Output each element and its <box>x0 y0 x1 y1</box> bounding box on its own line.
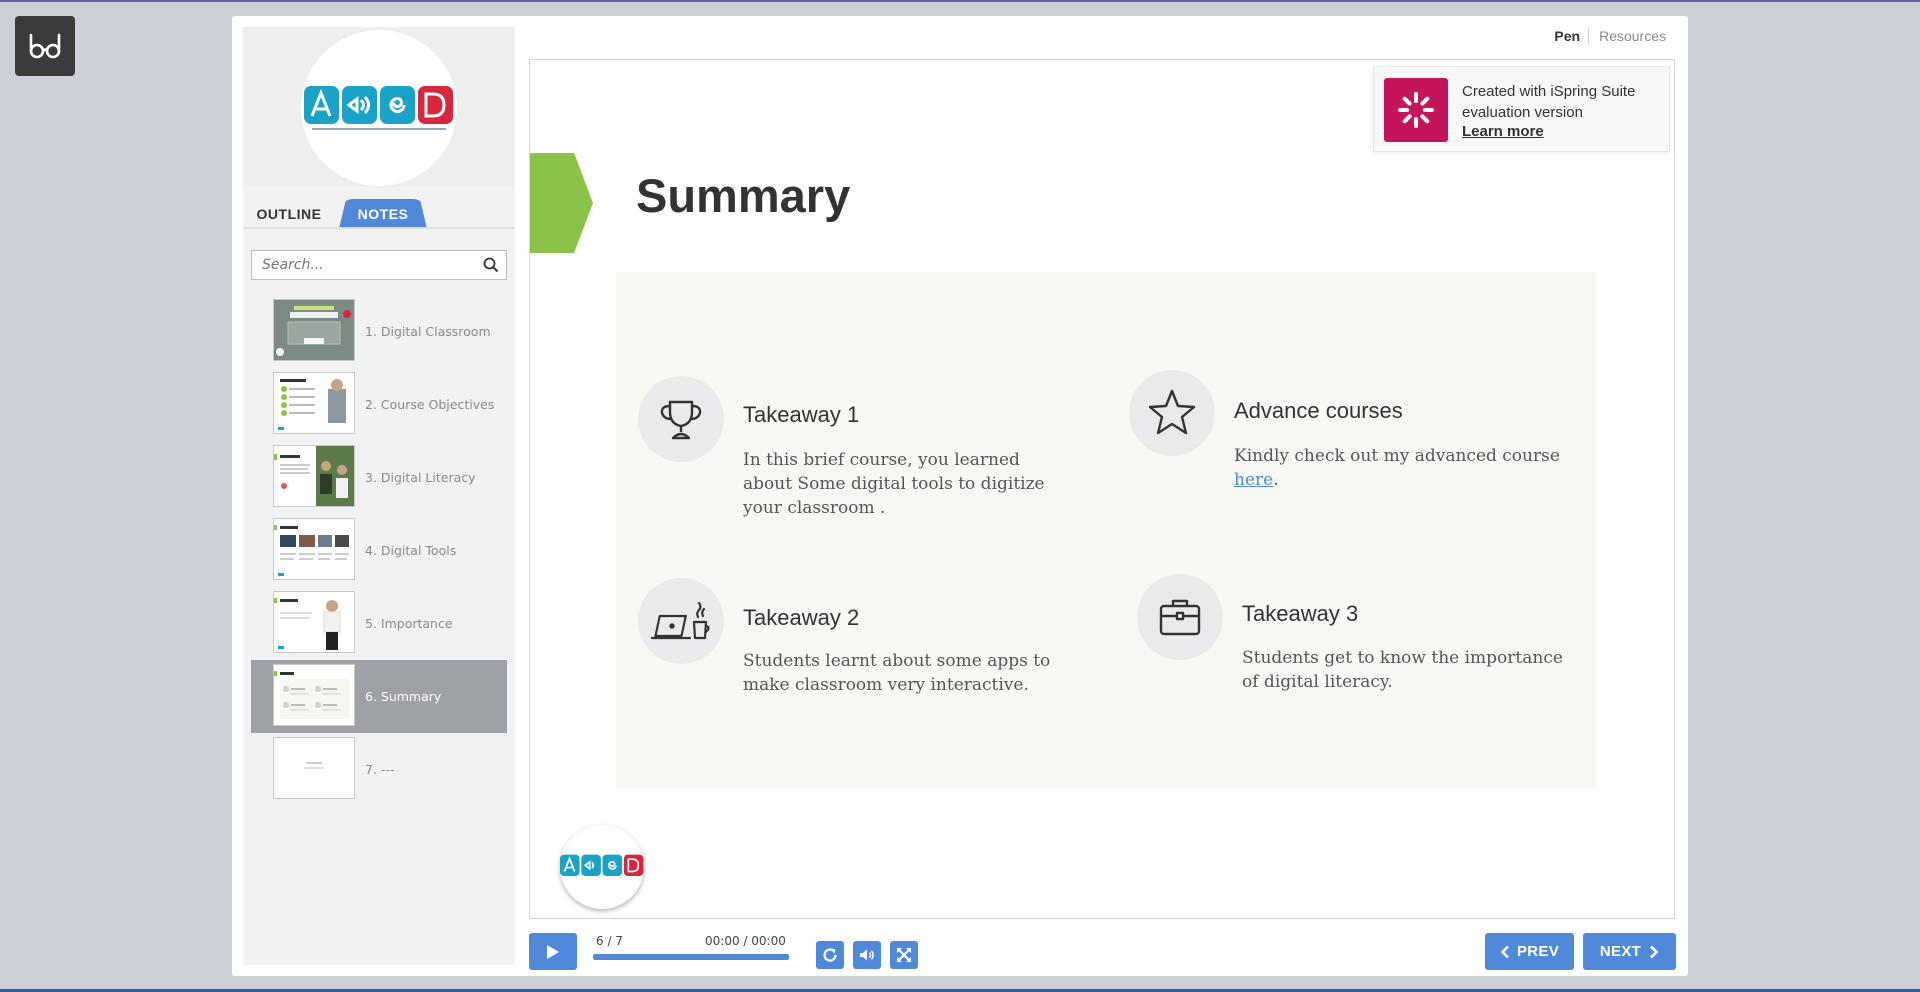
play-icon <box>547 944 559 959</box>
search-icon[interactable] <box>476 251 506 279</box>
slide-thumbnail <box>273 737 355 799</box>
slide-thumbnail <box>273 591 355 653</box>
outline-item-label: 3. Digital Literacy <box>365 470 476 485</box>
slide-title: Summary <box>636 169 851 222</box>
outline-item-course-objectives[interactable]: 2. Course Objectives <box>251 368 507 441</box>
slide-company-logo <box>560 825 644 909</box>
glasses-icon <box>29 33 61 59</box>
laptop-coffee-icon <box>638 578 724 664</box>
advance-courses-text-main: Kindly check out my advanced course <box>1234 446 1560 466</box>
outline-item-summary[interactable]: 6. Summary <box>251 660 507 733</box>
outline-item-label: 4. Digital Tools <box>365 543 457 558</box>
advance-courses-text-end: . <box>1273 470 1279 490</box>
slide-canvas: Summary Takeaway 1 In this brief course,… <box>529 59 1675 919</box>
play-button[interactable] <box>529 933 577 970</box>
next-label: NEXT <box>1599 943 1642 960</box>
ispring-evaluation-banner: Created with iSpring Suite evaluation ve… <box>1373 66 1670 152</box>
prev-label: PREV <box>1516 943 1560 960</box>
progress-fill <box>593 954 789 960</box>
ispring-logo-icon <box>1384 78 1448 142</box>
chevron-right-icon <box>1650 945 1659 958</box>
outline-item-label: 7. --- <box>365 762 395 777</box>
slide-thumbnail <box>273 445 355 507</box>
sidebar-tabs: OUTLINE NOTES <box>243 199 515 229</box>
fullscreen-button[interactable] <box>890 941 918 969</box>
outline-item-7[interactable]: 7. --- <box>251 733 507 806</box>
time-readout: 00:00 / 00:00 <box>705 934 786 948</box>
next-button[interactable]: NEXT <box>1583 933 1676 970</box>
outline-item-digital-tools[interactable]: 4. Digital Tools <box>251 514 507 587</box>
slide-thumbnail <box>273 664 355 726</box>
advanced-course-link[interactable]: here <box>1234 470 1273 490</box>
slide-thumbnail <box>273 372 355 434</box>
search-box <box>251 250 507 280</box>
banner-message: Created with iSpring Suite evaluation ve… <box>1462 83 1636 121</box>
title-arrow-decoration <box>530 153 593 253</box>
sidebar: OUTLINE NOTES Search... 1. Digital Class… <box>243 27 515 965</box>
outline-item-importance[interactable]: 5. Importance <box>251 587 507 660</box>
outline-item-label: 6. Summary <box>365 689 442 704</box>
takeaway-2-text: Students learnt about some apps to make … <box>743 651 1051 695</box>
replay-icon <box>823 948 837 962</box>
sidebar-logo-area <box>243 27 515 187</box>
learn-more-link[interactable]: Learn more <box>1462 123 1544 140</box>
takeaway-2-title: Takeaway 2 <box>743 605 860 630</box>
outline-list: 1. Digital Classroom 2. Course Objective… <box>251 295 507 806</box>
outline-item-label: 5. Importance <box>365 616 453 631</box>
company-logo <box>301 30 457 186</box>
slide-thumbnail <box>273 299 355 361</box>
briefcase-icon <box>1137 574 1223 660</box>
tab-outline[interactable]: OUTLINE <box>243 199 335 229</box>
takeaway-1-title: Takeaway 1 <box>743 402 860 427</box>
outline-item-label: 1. Digital Classroom <box>365 324 491 339</box>
star-icon <box>1129 370 1215 456</box>
volume-button[interactable] <box>853 941 881 969</box>
pen-link[interactable]: Pen <box>1546 28 1588 44</box>
takeaway-1-text: In this brief course, you learned about … <box>743 450 1045 518</box>
fullscreen-icon <box>897 948 911 962</box>
playback-controls: 6 / 7 00:00 / 00:00 PREV NEXT <box>529 932 1676 970</box>
tab-notes[interactable]: NOTES <box>339 199 427 229</box>
search-input[interactable] <box>252 251 476 279</box>
resources-link[interactable]: Resources <box>1589 28 1666 44</box>
outline-item-label: 2. Course Objectives <box>365 397 495 412</box>
outline-item-digital-classroom[interactable]: 1. Digital Classroom <box>251 295 507 368</box>
replay-button[interactable] <box>816 941 844 969</box>
takeaway-3-title: Takeaway 3 <box>1242 601 1359 626</box>
top-nav: Pen Resources <box>1546 28 1666 44</box>
trophy-icon <box>638 376 724 462</box>
progress-bar[interactable] <box>593 954 789 960</box>
speaker-icon <box>860 949 874 961</box>
player-window: Pen Resources OUTLINE NOTES Search... 1.… <box>232 16 1688 976</box>
advance-courses-title: Advance courses <box>1234 398 1403 423</box>
slide-counter: 6 / 7 <box>596 934 623 948</box>
outline-item-digital-literacy[interactable]: 3. Digital Literacy <box>251 441 507 514</box>
prev-button[interactable]: PREV <box>1485 933 1574 970</box>
takeaway-3-text: Students get to know the importance of d… <box>1242 648 1563 692</box>
slide-thumbnail <box>273 518 355 580</box>
tab-underline <box>243 227 515 229</box>
advance-courses-text: Kindly check out my advanced course here… <box>1234 444 1574 492</box>
chevron-left-icon <box>1500 945 1509 958</box>
summary-panel: Takeaway 1 In this brief course, you lea… <box>616 272 1596 788</box>
reader-mode-button[interactable] <box>15 16 75 76</box>
